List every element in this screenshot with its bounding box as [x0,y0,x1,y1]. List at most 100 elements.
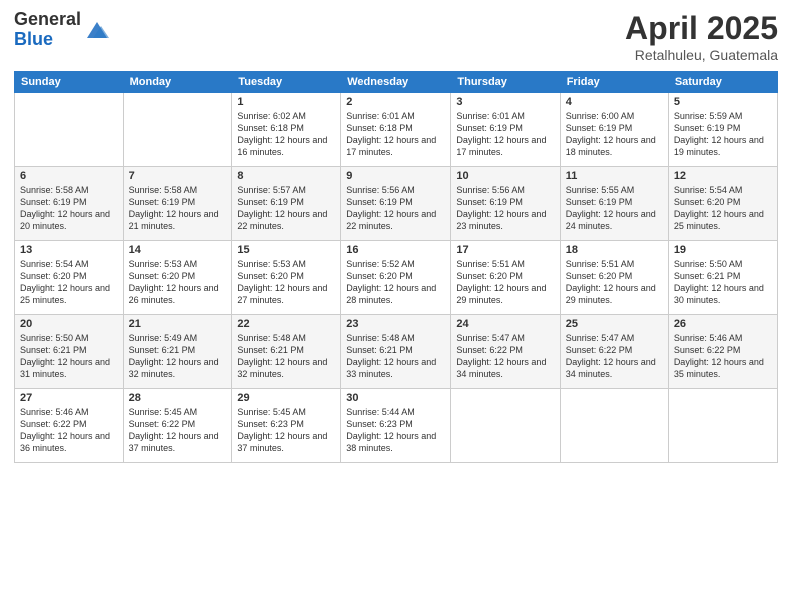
calendar-week-row: 13Sunrise: 5:54 AMSunset: 6:20 PMDayligh… [15,241,778,315]
table-row: 26 Sunrise: 5:46 AMSunset: 6:22 PMDayligh… [668,315,777,389]
day-number: 25 [566,318,663,330]
table-row: 3 Sunrise: 6:01 AMSunset: 6:19 PMDaylight… [451,93,560,167]
col-tuesday: Tuesday [232,72,341,93]
day-number: 26 [674,318,772,330]
day-number: 9 [346,170,445,182]
day-number: 19 [674,244,772,256]
day-number: 30 [346,392,445,404]
day-number: 11 [566,170,663,182]
title-block: April 2025 Retalhuleu, Guatemala [625,10,778,63]
day-detail: Sunrise: 5:50 AMSunset: 6:21 PMDaylight:… [674,258,772,307]
logo-general: General [14,10,81,30]
day-number: 8 [237,170,335,182]
table-row: 2 Sunrise: 6:01 AMSunset: 6:18 PMDaylight… [341,93,451,167]
table-row: 25 Sunrise: 5:47 AMSunset: 6:22 PMDayligh… [560,315,668,389]
calendar-week-row: 27 Sunrise: 5:46 AMSunset: 6:22 PMDayligh… [15,389,778,463]
day-number: 23 [346,318,445,330]
calendar-table: Sunday Monday Tuesday Wednesday Thursday… [14,71,778,463]
logo-blue: Blue [14,30,81,50]
day-number: 2 [346,96,445,108]
day-detail: Sunrise: 5:46 AMSunset: 6:22 PMDaylight:… [674,332,772,381]
table-row: 24Sunrise: 5:47 AMSunset: 6:22 PMDayligh… [451,315,560,389]
table-row: 21 Sunrise: 5:49 AMSunset: 6:21 PMDayligh… [123,315,232,389]
col-friday: Friday [560,72,668,93]
day-detail: Sunrise: 5:56 AMSunset: 6:19 PMDaylight:… [346,184,445,233]
col-thursday: Thursday [451,72,560,93]
day-detail: Sunrise: 5:52 AMSunset: 6:20 PMDaylight:… [346,258,445,307]
table-row: 5 Sunrise: 5:59 AMSunset: 6:19 PMDaylight… [668,93,777,167]
day-number: 7 [129,170,227,182]
table-row: 17Sunrise: 5:51 AMSunset: 6:20 PMDayligh… [451,241,560,315]
table-row: 4 Sunrise: 6:00 AMSunset: 6:19 PMDaylight… [560,93,668,167]
table-row [668,389,777,463]
logo-icon [83,16,111,44]
day-detail: Sunrise: 5:53 AMSunset: 6:20 PMDaylight:… [129,258,227,307]
calendar-week-row: 20 Sunrise: 5:50 AMSunset: 6:21 PMDayligh… [15,315,778,389]
day-detail: Sunrise: 5:48 AMSunset: 6:21 PMDaylight:… [346,332,445,381]
day-number: 4 [566,96,663,108]
day-detail: Sunrise: 6:01 AMSunset: 6:19 PMDaylight:… [456,110,554,159]
day-number: 5 [674,96,772,108]
table-row [123,93,232,167]
day-number: 28 [129,392,227,404]
day-detail: Sunrise: 5:57 AMSunset: 6:19 PMDaylight:… [237,184,335,233]
day-detail: Sunrise: 5:51 AMSunset: 6:20 PMDaylight:… [566,258,663,307]
day-detail: Sunrise: 5:45 AMSunset: 6:22 PMDaylight:… [129,406,227,455]
title-month: April 2025 [625,10,778,47]
title-location: Retalhuleu, Guatemala [625,47,778,63]
day-detail: Sunrise: 5:46 AMSunset: 6:22 PMDaylight:… [20,406,118,455]
day-detail: Sunrise: 5:59 AMSunset: 6:19 PMDaylight:… [674,110,772,159]
day-number: 27 [20,392,118,404]
day-detail: Sunrise: 5:55 AMSunset: 6:19 PMDaylight:… [566,184,663,233]
day-number: 21 [129,318,227,330]
day-detail: Sunrise: 6:02 AMSunset: 6:18 PMDaylight:… [237,110,335,159]
calendar-header-row: Sunday Monday Tuesday Wednesday Thursday… [15,72,778,93]
table-row: 6Sunrise: 5:58 AMSunset: 6:19 PMDaylight… [15,167,124,241]
day-detail: Sunrise: 5:58 AMSunset: 6:19 PMDaylight:… [20,184,118,233]
table-row: 19 Sunrise: 5:50 AMSunset: 6:21 PMDayligh… [668,241,777,315]
table-row: 20 Sunrise: 5:50 AMSunset: 6:21 PMDayligh… [15,315,124,389]
col-wednesday: Wednesday [341,72,451,93]
table-row: 10 Sunrise: 5:56 AMSunset: 6:19 PMDayligh… [451,167,560,241]
day-number: 14 [129,244,227,256]
table-row: 18 Sunrise: 5:51 AMSunset: 6:20 PMDayligh… [560,241,668,315]
day-detail: Sunrise: 5:48 AMSunset: 6:21 PMDaylight:… [237,332,335,381]
table-row: 27 Sunrise: 5:46 AMSunset: 6:22 PMDayligh… [15,389,124,463]
day-number: 12 [674,170,772,182]
day-number: 1 [237,96,335,108]
day-detail: Sunrise: 5:44 AMSunset: 6:23 PMDaylight:… [346,406,445,455]
table-row: 11 Sunrise: 5:55 AMSunset: 6:19 PMDayligh… [560,167,668,241]
table-row [451,389,560,463]
table-row [15,93,124,167]
day-detail: Sunrise: 5:47 AMSunset: 6:22 PMDaylight:… [566,332,663,381]
table-row: 1 Sunrise: 6:02 AMSunset: 6:18 PMDaylight… [232,93,341,167]
calendar-week-row: 6Sunrise: 5:58 AMSunset: 6:19 PMDaylight… [15,167,778,241]
day-detail: Sunrise: 5:49 AMSunset: 6:21 PMDaylight:… [129,332,227,381]
day-detail: Sunrise: 5:54 AMSunset: 6:20 PMDaylight:… [20,258,118,307]
logo: General Blue [14,10,111,50]
table-row: 23 Sunrise: 5:48 AMSunset: 6:21 PMDayligh… [341,315,451,389]
day-number: 3 [456,96,554,108]
day-detail: Sunrise: 5:53 AMSunset: 6:20 PMDaylight:… [237,258,335,307]
day-detail: Sunrise: 5:51 AMSunset: 6:20 PMDaylight:… [456,258,554,307]
day-detail: Sunrise: 5:50 AMSunset: 6:21 PMDaylight:… [20,332,118,381]
day-detail: Sunrise: 5:56 AMSunset: 6:19 PMDaylight:… [456,184,554,233]
day-number: 20 [20,318,118,330]
day-detail: Sunrise: 6:00 AMSunset: 6:19 PMDaylight:… [566,110,663,159]
table-row: 22 Sunrise: 5:48 AMSunset: 6:21 PMDayligh… [232,315,341,389]
day-number: 22 [237,318,335,330]
calendar-week-row: 1 Sunrise: 6:02 AMSunset: 6:18 PMDaylight… [15,93,778,167]
table-row: 30 Sunrise: 5:44 AMSunset: 6:23 PMDayligh… [341,389,451,463]
day-number: 18 [566,244,663,256]
table-row: 9 Sunrise: 5:56 AMSunset: 6:19 PMDaylight… [341,167,451,241]
col-monday: Monday [123,72,232,93]
page-header: General Blue April 2025 Retalhuleu, Guat… [14,10,778,63]
col-sunday: Sunday [15,72,124,93]
day-detail: Sunrise: 5:45 AMSunset: 6:23 PMDaylight:… [237,406,335,455]
day-number: 16 [346,244,445,256]
table-row: 13Sunrise: 5:54 AMSunset: 6:20 PMDayligh… [15,241,124,315]
day-number: 10 [456,170,554,182]
day-detail: Sunrise: 6:01 AMSunset: 6:18 PMDaylight:… [346,110,445,159]
day-detail: Sunrise: 5:54 AMSunset: 6:20 PMDaylight:… [674,184,772,233]
table-row: 8 Sunrise: 5:57 AMSunset: 6:19 PMDaylight… [232,167,341,241]
